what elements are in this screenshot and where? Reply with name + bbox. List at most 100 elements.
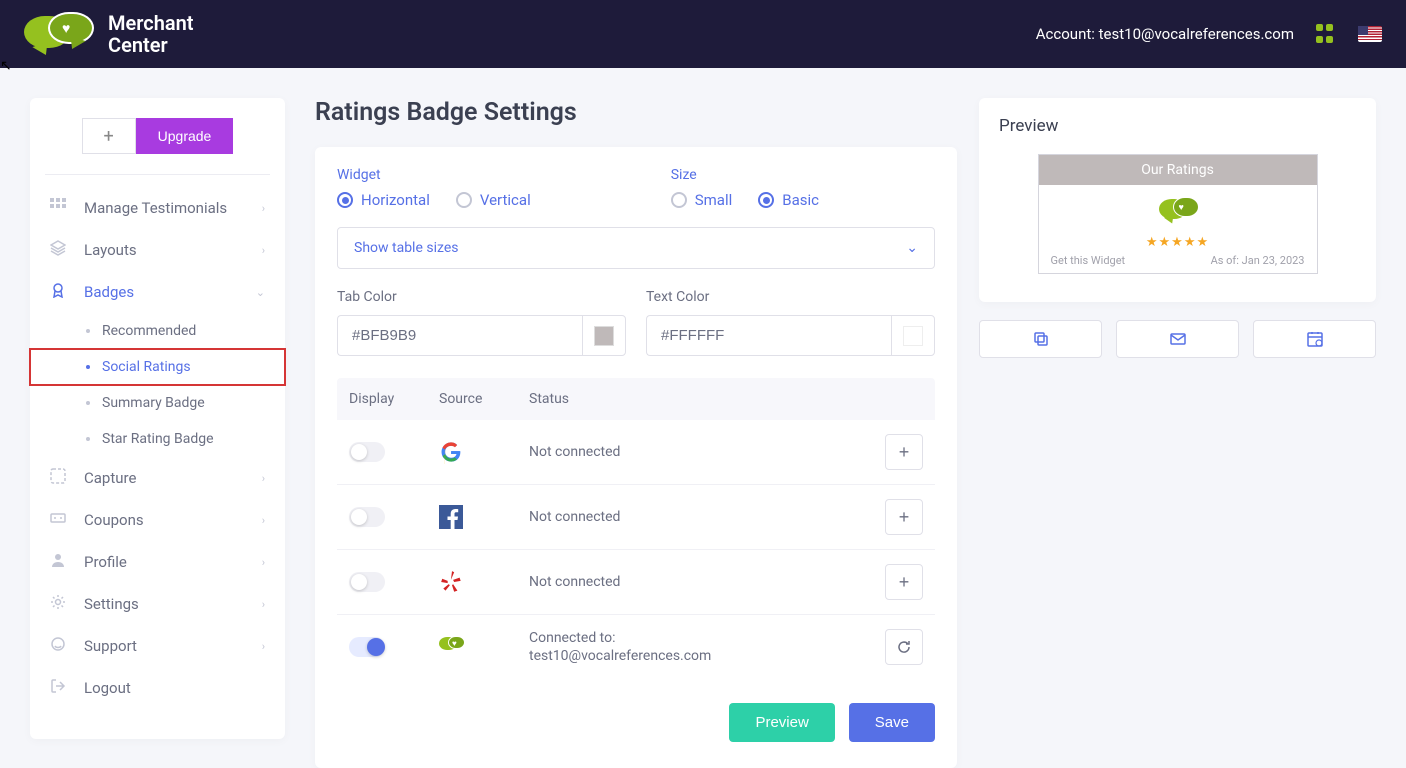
- facebook-icon: [439, 505, 529, 529]
- add-button[interactable]: +: [82, 118, 136, 154]
- widget-logo-icon: ♥: [1159, 199, 1197, 227]
- chevron-down-icon: ⌄: [906, 240, 918, 256]
- widget-heading: Our Ratings: [1039, 155, 1317, 185]
- logout-icon: [50, 678, 70, 698]
- page-title: Ratings Badge Settings: [315, 98, 957, 127]
- badge-icon: [50, 282, 70, 302]
- col-display: Display: [347, 391, 439, 407]
- sidebar-item-profile[interactable]: Profile ›: [30, 541, 285, 583]
- status-google: Not connected: [529, 443, 885, 461]
- grid-icon: [50, 198, 70, 218]
- tab-color-swatch[interactable]: [582, 315, 626, 356]
- sidebar: + Upgrade Manage Testimonials › Layouts …: [30, 98, 285, 739]
- col-source: Source: [439, 391, 529, 407]
- text-color-input[interactable]: [646, 315, 891, 356]
- sidebar-item-layouts[interactable]: Layouts ›: [30, 229, 285, 271]
- nav-label: Support: [84, 637, 137, 655]
- preview-title: Preview: [999, 116, 1356, 136]
- nav-label: Settings: [84, 595, 139, 613]
- cursor-icon: ↖: [0, 58, 12, 74]
- table-sizes-select[interactable]: Show table sizes ⌄: [337, 227, 935, 269]
- sub-label: Star Rating Badge: [102, 431, 214, 447]
- user-icon: [50, 552, 70, 572]
- sidebar-item-badges[interactable]: Badges ⌄: [30, 271, 285, 313]
- text-color-swatch[interactable]: [891, 315, 935, 356]
- save-button[interactable]: Save: [849, 703, 935, 742]
- nav-label: Capture: [84, 469, 136, 487]
- as-of-text: As of: Jan 23, 2023: [1211, 254, 1305, 267]
- radio-vertical[interactable]: Vertical: [456, 191, 531, 209]
- sub-label: Recommended: [102, 323, 196, 339]
- tab-color-label: Tab Color: [337, 289, 626, 305]
- chevron-right-icon: ›: [262, 514, 265, 527]
- toggle-vocalreferences[interactable]: [349, 637, 385, 657]
- chevron-down-icon: ⌄: [256, 286, 265, 299]
- sidebar-subitem-summary-badge[interactable]: Summary Badge: [30, 385, 285, 421]
- sidebar-subitem-star-rating-badge[interactable]: Star Rating Badge: [30, 421, 285, 457]
- toggle-google[interactable]: [349, 442, 385, 462]
- text-color-label: Text Color: [646, 289, 935, 305]
- yelp-icon: [439, 569, 529, 595]
- toggle-facebook[interactable]: [349, 507, 385, 527]
- sub-label: Summary Badge: [102, 395, 205, 411]
- radio-horizontal[interactable]: Horizontal: [337, 191, 430, 209]
- chevron-right-icon: ›: [262, 598, 265, 611]
- apps-grid-icon[interactable]: [1314, 22, 1338, 46]
- vocalreferences-icon: ♥: [439, 637, 529, 657]
- nav-label: Layouts: [84, 241, 137, 259]
- chevron-right-icon: ›: [262, 244, 265, 257]
- settings-card: Widget Horizontal Vertical Size Small Ba…: [315, 147, 957, 768]
- preview-widget: Our Ratings ♥ ★★★★★ Get this Widget As o…: [1038, 154, 1318, 274]
- toggle-yelp[interactable]: [349, 572, 385, 592]
- chevron-right-icon: ›: [262, 640, 265, 653]
- nav-label: Badges: [84, 283, 134, 301]
- refresh-vocalreferences-button[interactable]: [885, 629, 923, 665]
- sidebar-item-coupons[interactable]: Coupons ›: [30, 499, 285, 541]
- sidebar-item-settings[interactable]: Settings ›: [30, 583, 285, 625]
- radio-small[interactable]: Small: [671, 191, 733, 209]
- source-row-yelp: Not connected +: [337, 550, 935, 615]
- status-vocalreferences: Connected to: test10@vocalreferences.com: [529, 629, 885, 665]
- account-text: Account: test10@vocalreferences.com: [1036, 25, 1294, 43]
- layers-icon: [50, 240, 70, 260]
- sidebar-item-support[interactable]: Support ›: [30, 625, 285, 667]
- support-icon: [50, 636, 70, 656]
- brand: ♥ Merchant Center: [24, 12, 194, 56]
- logo-icon: ♥: [24, 12, 94, 56]
- star-rating-icon: ★★★★★: [1049, 235, 1307, 250]
- gear-icon: [50, 594, 70, 614]
- source-row-vocalreferences: ♥ Connected to: test10@vocalreferences.c…: [337, 615, 935, 679]
- add-google-button[interactable]: +: [885, 434, 923, 470]
- nav-label: Profile: [84, 553, 127, 571]
- preview-panel: Preview Our Ratings ♥ ★★★★★ Get this Wid…: [979, 98, 1376, 302]
- flag-us-icon[interactable]: [1358, 26, 1382, 42]
- get-widget-link[interactable]: Get this Widget: [1051, 254, 1126, 267]
- brand-line2: Center: [108, 34, 194, 56]
- sidebar-item-capture[interactable]: Capture ›: [30, 457, 285, 499]
- chevron-right-icon: ›: [262, 472, 265, 485]
- tab-color-input[interactable]: [337, 315, 582, 356]
- widget-label: Widget: [337, 167, 531, 183]
- source-row-google: Not connected +: [337, 420, 935, 485]
- chevron-right-icon: ›: [262, 556, 265, 569]
- col-status: Status: [529, 391, 885, 407]
- add-facebook-button[interactable]: +: [885, 499, 923, 535]
- upgrade-button[interactable]: Upgrade: [136, 118, 234, 154]
- status-yelp: Not connected: [529, 573, 885, 591]
- nav-label: Logout: [84, 679, 131, 697]
- email-button[interactable]: [1116, 320, 1239, 358]
- schedule-button[interactable]: [1253, 320, 1376, 358]
- radio-basic[interactable]: Basic: [758, 191, 819, 209]
- topbar: ♥ Merchant Center Account: test10@vocalr…: [0, 0, 1406, 68]
- preview-button[interactable]: Preview: [729, 703, 834, 742]
- sidebar-item-manage-testimonials[interactable]: Manage Testimonials ›: [30, 187, 285, 229]
- add-yelp-button[interactable]: +: [885, 564, 923, 600]
- coupon-icon: [50, 510, 70, 530]
- status-facebook: Not connected: [529, 508, 885, 526]
- source-row-facebook: Not connected +: [337, 485, 935, 550]
- sidebar-subitem-social-ratings[interactable]: Social Ratings: [30, 349, 285, 385]
- copy-button[interactable]: [979, 320, 1102, 358]
- sidebar-subitem-recommended[interactable]: Recommended: [30, 313, 285, 349]
- sidebar-item-logout[interactable]: Logout: [30, 667, 285, 709]
- size-label: Size: [671, 167, 819, 183]
